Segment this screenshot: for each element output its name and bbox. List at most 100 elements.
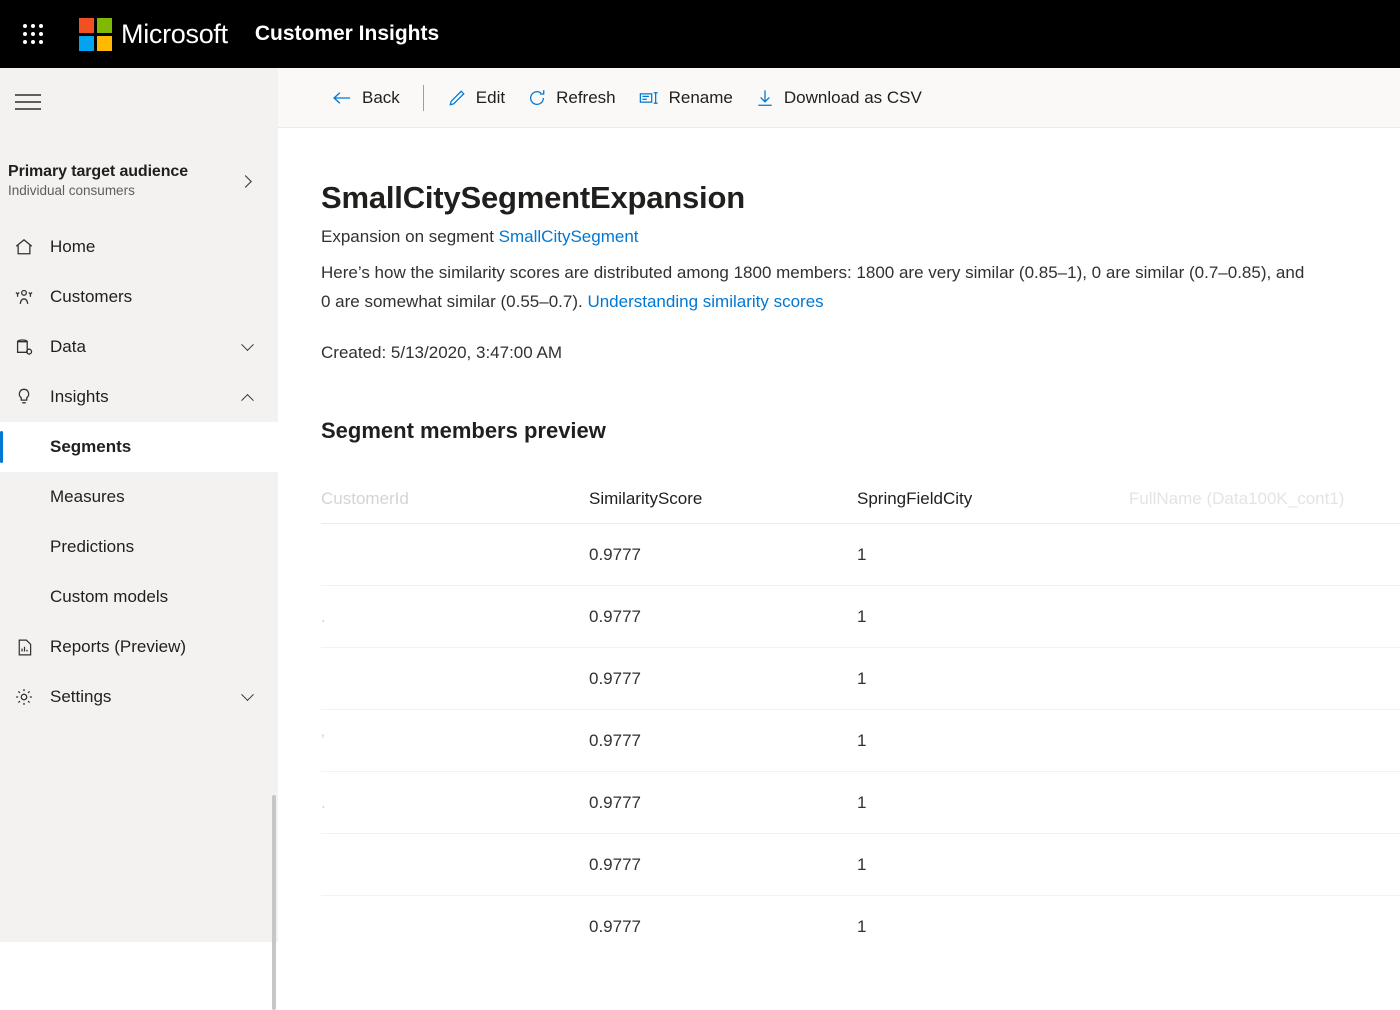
- table-row[interactable]: ’ 0.9777 1: [321, 710, 1400, 772]
- sidebar-item-label: Measures: [50, 487, 278, 507]
- chevron-right-icon[interactable]: [239, 175, 252, 188]
- cell-springfieldcity: 1: [857, 731, 1129, 751]
- bulb-icon: [8, 381, 40, 413]
- cell-customerid: ’: [321, 731, 589, 751]
- sidebar-item-settings[interactable]: Settings: [0, 672, 278, 722]
- sidebar-item-label: Custom models: [50, 587, 278, 607]
- chevron-up-icon[interactable]: [241, 393, 254, 406]
- table-row[interactable]: . 0.9777 1: [321, 586, 1400, 648]
- audience-text: Primary target audience Individual consu…: [8, 162, 188, 200]
- sidebar-item-label: Customers: [50, 287, 278, 307]
- sidebar-item-label: Reports (Preview): [50, 637, 278, 657]
- cell-springfieldcity: 1: [857, 917, 1129, 937]
- column-header-springfieldcity[interactable]: SpringFieldCity: [857, 489, 1129, 509]
- data-icon: [8, 331, 40, 363]
- app-launcher-waffle-icon[interactable]: [9, 10, 57, 58]
- subtitle-prefix: Expansion on segment: [321, 227, 499, 246]
- cell-springfieldcity: 1: [857, 607, 1129, 627]
- rename-label: Rename: [669, 88, 733, 108]
- sidebar-item-custom-models[interactable]: Custom models: [0, 572, 278, 622]
- page-title: SmallCitySegmentExpansion: [321, 180, 745, 216]
- sidebar-item-home[interactable]: Home: [0, 222, 278, 272]
- rename-button[interactable]: Rename: [627, 77, 744, 119]
- download-csv-button[interactable]: Download as CSV: [744, 77, 933, 119]
- table-row[interactable]: . 0.9777 1: [321, 772, 1400, 834]
- sidebar-item-reports[interactable]: Reports (Preview): [0, 622, 278, 672]
- people-icon: [8, 281, 40, 313]
- main-content: SmallCitySegmentExpansion Expansion on s…: [278, 129, 1400, 942]
- audience-subtitle: Individual consumers: [8, 183, 188, 200]
- sidebar-item-label: Settings: [50, 687, 243, 707]
- app-title: Customer Insights: [255, 22, 439, 46]
- table-row[interactable]: 0.9777 1: [321, 524, 1400, 586]
- description: Here’s how the similarity scores are dis…: [321, 259, 1311, 316]
- audience-title: Primary target audience: [8, 162, 188, 182]
- cell-customerid: .: [321, 607, 589, 627]
- arrow-left-icon: [331, 89, 353, 107]
- command-bar: Back Edit Refresh Rename: [278, 68, 1400, 128]
- cell-springfieldcity: 1: [857, 669, 1129, 689]
- cell-similarityscore: 0.9777: [589, 545, 857, 565]
- understanding-similarity-scores-link[interactable]: Understanding similarity scores: [587, 292, 823, 311]
- cell-springfieldcity: 1: [857, 855, 1129, 875]
- refresh-label: Refresh: [556, 88, 616, 108]
- sidebar-item-insights[interactable]: Insights: [0, 372, 278, 422]
- sidebar-item-customers[interactable]: Customers: [0, 272, 278, 322]
- refresh-icon: [527, 88, 547, 108]
- column-header-fullname[interactable]: FullName (Data100K_cont1): [1129, 489, 1400, 509]
- table-row[interactable]: 0.9777 1: [321, 834, 1400, 896]
- refresh-button[interactable]: Refresh: [516, 77, 627, 119]
- cell-similarityscore: 0.9777: [589, 917, 857, 937]
- cell-similarityscore: 0.9777: [589, 669, 857, 689]
- back-label: Back: [362, 88, 400, 108]
- microsoft-wordmark: Microsoft: [121, 21, 228, 48]
- segment-link[interactable]: SmallCitySegment: [499, 227, 639, 246]
- toolbar-divider: [423, 85, 424, 111]
- sidebar-scrollbar[interactable]: [272, 795, 276, 1010]
- report-icon: [8, 631, 40, 663]
- sidebar-item-data[interactable]: Data: [0, 322, 278, 372]
- hamburger-menu-icon[interactable]: [15, 92, 41, 112]
- cell-similarityscore: 0.9777: [589, 855, 857, 875]
- gear-icon: [8, 681, 40, 713]
- chevron-down-icon[interactable]: [241, 688, 254, 701]
- segment-members-table: CustomerId SimilarityScore SpringFieldCi…: [321, 474, 1400, 942]
- sidebar-item-label: Data: [50, 337, 243, 357]
- pencil-icon: [447, 88, 467, 108]
- home-icon: [8, 231, 40, 263]
- sidebar-item-label: Insights: [50, 387, 243, 407]
- column-header-similarityscore[interactable]: SimilarityScore: [589, 489, 857, 509]
- cell-similarityscore: 0.9777: [589, 607, 857, 627]
- back-button[interactable]: Back: [320, 77, 411, 119]
- sidebar-item-label: Predictions: [50, 537, 278, 557]
- sidebar-item-label: Segments: [50, 437, 278, 457]
- primary-target-audience-selector[interactable]: Primary target audience Individual consu…: [0, 152, 278, 210]
- cell-springfieldcity: 1: [857, 793, 1129, 813]
- created-timestamp: Created: 5/13/2020, 3:47:00 AM: [321, 343, 562, 363]
- edit-button[interactable]: Edit: [436, 77, 516, 119]
- waffle-dots: [23, 24, 43, 44]
- table-header-row: CustomerId SimilarityScore SpringFieldCi…: [321, 474, 1400, 524]
- sidebar-item-predictions[interactable]: Predictions: [0, 522, 278, 572]
- cell-similarityscore: 0.9777: [589, 793, 857, 813]
- download-label: Download as CSV: [784, 88, 922, 108]
- download-icon: [755, 88, 775, 108]
- sidebar-nav: Home Customers: [0, 222, 278, 722]
- cell-customerid: .: [321, 793, 589, 813]
- column-header-customerid[interactable]: CustomerId: [321, 489, 589, 509]
- sidebar-item-segments[interactable]: Segments: [0, 422, 278, 472]
- section-title: Segment members preview: [321, 418, 606, 444]
- edit-label: Edit: [476, 88, 505, 108]
- table-row[interactable]: 0.9777 1: [321, 648, 1400, 710]
- selection-indicator: [0, 431, 3, 463]
- table-row[interactable]: 0.9777 1: [321, 896, 1400, 942]
- cell-springfieldcity: 1: [857, 545, 1129, 565]
- top-header-bar: Microsoft Customer Insights: [0, 0, 1400, 68]
- left-sidebar: Primary target audience Individual consu…: [0, 68, 278, 942]
- cell-similarityscore: 0.9777: [589, 731, 857, 751]
- sidebar-item-label: Home: [50, 237, 278, 257]
- microsoft-logo-icon: [79, 18, 112, 51]
- sidebar-item-measures[interactable]: Measures: [0, 472, 278, 522]
- chevron-down-icon[interactable]: [241, 338, 254, 351]
- microsoft-logo[interactable]: Microsoft: [79, 18, 228, 51]
